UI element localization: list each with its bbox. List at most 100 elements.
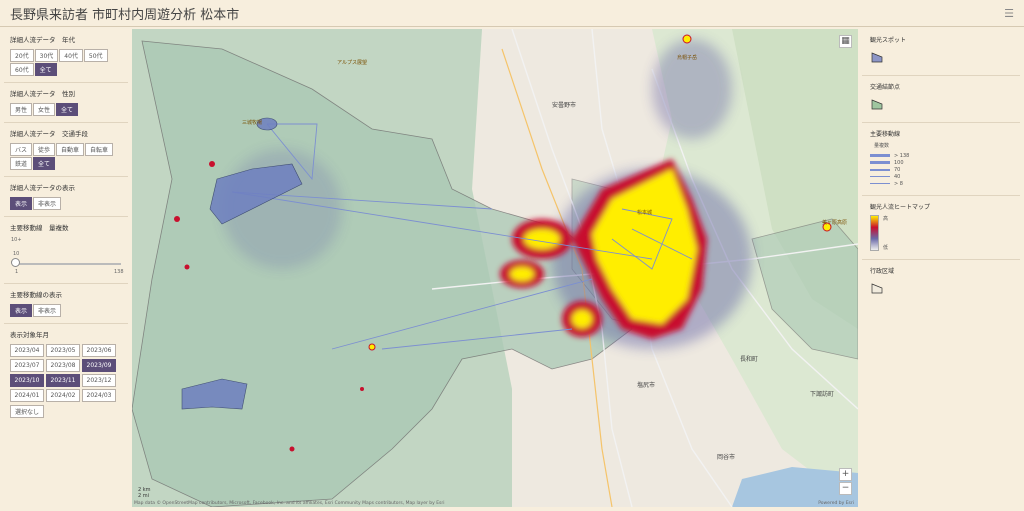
period-title: 表示対象年月 xyxy=(10,331,49,339)
slider-tick-max: 138 xyxy=(114,269,124,275)
age-filter-title: 詳細人流データ 年代 xyxy=(10,36,75,44)
gender-option-button[interactable]: 全て xyxy=(56,103,79,116)
spot-symbol-icon xyxy=(871,52,883,63)
legend-spots: 観光スポット xyxy=(862,29,1020,76)
route-legend-item: 70 xyxy=(870,166,1014,173)
label-spot2: 烏帽子岳 xyxy=(677,54,697,61)
heatmap-gradient xyxy=(870,215,879,251)
label-okaya: 岡谷市 xyxy=(717,453,735,461)
legend-heatmap: 観光人流ヒートマップ 高 低 xyxy=(862,196,1020,260)
transport-filter: 詳細人流データ 交通手段 バス 徒歩 自動車 自転車鉄道 全て xyxy=(4,123,128,177)
menu-icon[interactable]: ☰ xyxy=(1004,7,1014,20)
legend-spots-title: 観光スポット xyxy=(870,37,907,44)
period-option-button[interactable]: 2024/02 xyxy=(46,389,80,402)
app-title: 長野県来訪者 市町村内周遊分析 松本市 xyxy=(10,7,240,23)
period-option-button[interactable]: 2023/06 xyxy=(82,344,116,357)
route-display-filter: 主要移動線の表示 表示 非表示 xyxy=(4,284,128,324)
powered-by: Powered by Esri xyxy=(818,501,854,506)
map-canvas[interactable]: 安曇野市 塩尻市 岡谷市 下諏訪町 長和町 アルプス展望 烏帽子岳 三城牧場 松… xyxy=(132,29,858,507)
transport-option-button[interactable]: 全て xyxy=(33,157,56,170)
route-legend-item: > 8 xyxy=(870,180,1014,187)
scale-mi: 2 mi xyxy=(138,493,150,499)
heatmap-low-label: 低 xyxy=(883,245,889,251)
legend-panel: 観光スポット 交通結節点 主要移動線 量複数 > 138 100 70 40 >… xyxy=(862,29,1020,507)
transport-option-button[interactable]: 鉄道 xyxy=(10,157,33,170)
transport-option-button[interactable]: 自転車 xyxy=(85,143,114,156)
transit-symbol-icon xyxy=(871,99,883,110)
period-option-button[interactable]: 2023/10 xyxy=(10,374,44,387)
label-shiojiri: 塩尻市 xyxy=(637,381,655,389)
map-view[interactable]: 安曇野市 塩尻市 岡谷市 下諏訪町 長和町 アルプス展望 烏帽子岳 三城牧場 松… xyxy=(132,29,858,507)
legend-routes: 主要移動線 量複数 > 138 100 70 40 > 8 xyxy=(862,123,1020,196)
gender-filter: 詳細人流データ 性別 男性 女性 全て xyxy=(4,83,128,123)
route-line-swatch xyxy=(870,168,890,171)
admin-symbol-icon xyxy=(871,283,883,294)
route-legend-item: 100 xyxy=(870,159,1014,166)
zoom-out-button[interactable]: − xyxy=(839,482,852,495)
detail-display-option-button[interactable]: 表示 xyxy=(10,197,33,210)
route-legend-item: 40 xyxy=(870,173,1014,180)
heatmap-high-label: 高 xyxy=(883,216,889,222)
label-azumino: 安曇野市 xyxy=(552,101,576,109)
age-option-button[interactable]: 全て xyxy=(34,63,57,76)
route-volume-title: 主要移動線 量複数 xyxy=(10,224,69,232)
gender-filter-title: 詳細人流データ 性別 xyxy=(10,90,75,98)
legend-transit-title: 交通結節点 xyxy=(870,84,901,91)
label-spot4: 松本城 xyxy=(637,209,652,216)
slider-value-label: 10 xyxy=(13,251,20,257)
route-display-title: 主要移動線の表示 xyxy=(10,291,62,299)
period-option-button[interactable]: 2024/01 xyxy=(10,389,44,402)
period-option-button[interactable]: 2023/12 xyxy=(82,374,116,387)
transport-filter-title: 詳細人流データ 交通手段 xyxy=(10,130,88,138)
age-option-button[interactable]: 60代 xyxy=(10,63,34,76)
map-scale: 2 km 2 mi xyxy=(138,487,151,499)
legend-admin-title: 行政区域 xyxy=(870,268,895,275)
transport-option-button[interactable]: バス xyxy=(10,143,33,156)
label-spot5: 美ヶ原高原 xyxy=(822,219,847,226)
filter-panel: 詳細人流データ 年代 20代 30代 40代 50代 60代 全て 詳細人流データ 性別 … xyxy=(4,29,128,507)
transport-option-button[interactable]: 徒歩 xyxy=(33,143,56,156)
gender-option-button[interactable]: 女性 xyxy=(33,103,56,116)
gender-option-button[interactable]: 男性 xyxy=(10,103,33,116)
period-option-button[interactable]: 2023/05 xyxy=(46,344,80,357)
route-display-option-button[interactable]: 表示 xyxy=(10,304,33,317)
app-header: 長野県来訪者 市町村内周遊分析 松本市 ☰ xyxy=(0,0,1024,27)
age-filter: 詳細人流データ 年代 20代 30代 40代 50代 60代 全て xyxy=(4,29,128,83)
age-option-button[interactable]: 40代 xyxy=(59,49,83,62)
zoom-in-button[interactable]: + xyxy=(839,468,852,481)
map-attribution: Map data © OpenStreetMap contributors, M… xyxy=(134,501,445,506)
route-line-swatch xyxy=(870,161,890,164)
period-option-button[interactable]: 2023/07 xyxy=(10,359,44,372)
age-option-button[interactable]: 30代 xyxy=(34,49,59,62)
basemap-toggle-icon[interactable]: ▦ xyxy=(839,35,852,48)
detail-display-option-button[interactable]: 非表示 xyxy=(33,197,62,210)
slider-track[interactable] xyxy=(16,263,121,265)
slider-tick-min: 1 xyxy=(15,269,19,275)
transport-option-button[interactable]: 自動車 xyxy=(56,143,85,156)
route-volume-slider[interactable]: 10+ 10 1 138 xyxy=(10,237,124,277)
label-spot3: 三城牧場 xyxy=(242,119,262,126)
period-option-button[interactable]: 2023/09 xyxy=(82,359,116,372)
legend-transit: 交通結節点 xyxy=(862,76,1020,123)
period-option-button[interactable]: 2023/08 xyxy=(46,359,80,372)
clear-selection-button[interactable]: 選択なし xyxy=(10,405,45,418)
age-option-button[interactable]: 20代 xyxy=(10,49,34,62)
route-line-swatch xyxy=(870,154,890,157)
label-shimosuwa: 下諏訪町 xyxy=(810,390,834,398)
slider-handle[interactable] xyxy=(11,258,20,267)
route-line-swatch xyxy=(870,175,890,178)
route-display-option-button[interactable]: 非表示 xyxy=(33,304,62,317)
detail-display-filter: 詳細人流データの表示 表示 非表示 xyxy=(4,177,128,217)
label-nagawa: 長和町 xyxy=(740,355,758,363)
legend-routes-subtitle: 量複数 xyxy=(874,143,890,149)
route-volume-filter: 主要移動線 量複数 10+ 10 1 138 xyxy=(4,217,128,284)
legend-heatmap-title: 観光人流ヒートマップ xyxy=(870,204,931,211)
period-option-button[interactable]: 2024/03 xyxy=(82,389,116,402)
period-option-button[interactable]: 2023/04 xyxy=(10,344,44,357)
route-legend-item: > 138 xyxy=(870,152,1014,159)
label-spot1: アルプス展望 xyxy=(337,59,367,66)
period-filter: 表示対象年月 2023/04 2023/05 2023/06 2023/07 2023/… xyxy=(4,324,128,424)
period-option-button[interactable]: 2023/11 xyxy=(46,374,80,387)
age-option-button[interactable]: 50代 xyxy=(83,49,108,62)
legend-admin: 行政区域 xyxy=(862,260,1020,306)
